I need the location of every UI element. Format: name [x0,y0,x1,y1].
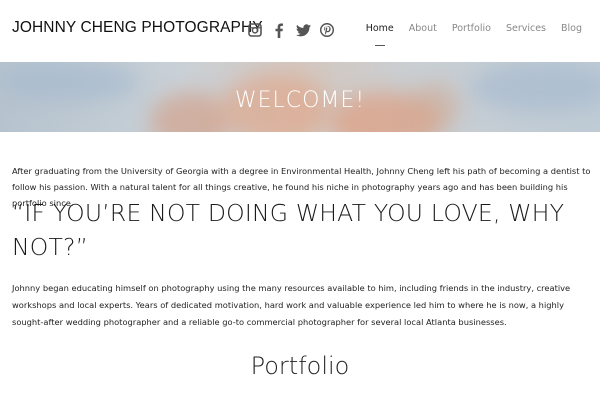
hero-title: WELCOME! [234,88,366,113]
portfolio-heading: Portfolio [250,352,350,380]
bio-paragraph: Johnny began educating himself on photog… [12,283,571,328]
quote-heading: “IF YOU’RE NOT DOING WHAT YOU LOVE, WHY … [12,199,565,261]
nav-item-blog[interactable]: Blog [561,23,582,34]
facebook-icon[interactable] [271,22,287,38]
nav-item-home[interactable]: Home [366,23,394,46]
site-header: JOHNNY CHENG PHOTOGRAPHY Home About Port… [0,0,600,62]
main-nav: Home About Portfolio Services Blog [351,23,582,46]
pinterest-icon[interactable] [319,22,335,38]
site-title[interactable]: JOHNNY CHENG PHOTOGRAPHY [12,19,263,37]
instagram-icon[interactable] [247,22,263,38]
social-links [247,21,343,39]
nav-item-portfolio[interactable]: Portfolio [452,23,491,34]
twitter-icon[interactable] [295,22,311,38]
nav-item-about[interactable]: About [409,23,437,34]
hero-banner: WELCOME! [0,62,600,132]
nav-item-services[interactable]: Services [506,23,546,34]
